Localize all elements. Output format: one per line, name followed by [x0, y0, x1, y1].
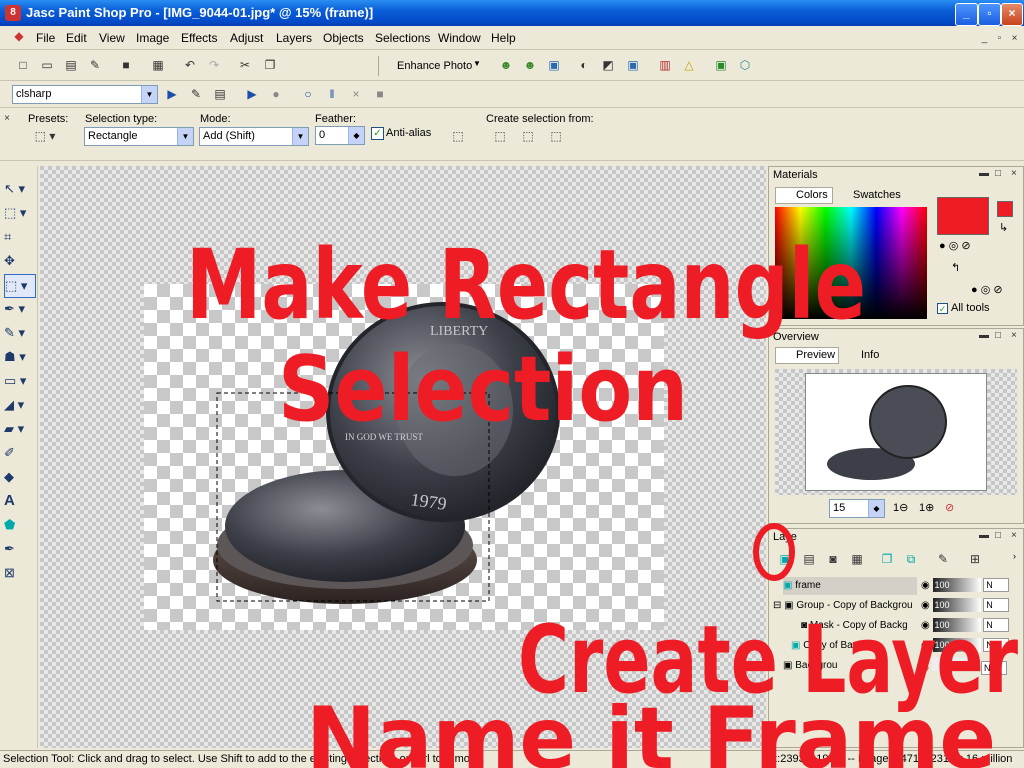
layer-controls-row[interactable]: ⊘ N [921, 657, 1021, 675]
overview-thumbnail [805, 373, 987, 491]
background-color-swatch[interactable] [997, 201, 1013, 217]
layers-palette: Laye ▬ □ × ▣ ▤ ◙ ▦ ❐ ⧉ ✎ ⊞ › ▣ frame ⊟ ▣… [768, 528, 1024, 748]
layer-controls-row[interactable]: ◉ 100 N [921, 577, 1021, 595]
layer-controls-row[interactable]: ◉ 100 N [921, 637, 1021, 655]
bg-style-icon[interactable]: ● ◎ ⊘ [971, 283, 1003, 296]
layer-row-copy[interactable]: ▣ Copy of Backgro [791, 637, 917, 655]
all-tools-label: All tools [951, 302, 990, 314]
opacity-slider[interactable]: 100 [932, 598, 981, 612]
edit-selection-icon[interactable]: ✎ [933, 549, 953, 569]
overview-zoom-input[interactable]: 15 ◆ [829, 499, 885, 518]
overview-coin-thumbnail [827, 385, 947, 480]
coin-liberty-text: LIBERTY [430, 324, 488, 339]
materials-close-icon[interactable]: × [1011, 168, 1017, 179]
opacity-slider[interactable]: 100 [932, 618, 981, 632]
overview-palette: Overview ▬ □ × Preview Info 15 ◆ 1⊖ 1⊕ ⊘ [768, 328, 1024, 524]
visibility-eye-icon[interactable]: ◉ [921, 640, 930, 651]
coin-portrait [397, 344, 513, 476]
overview-maximize-icon[interactable]: □ [995, 330, 1001, 341]
blend-mode-select[interactable]: N [980, 661, 1007, 675]
opacity-slider[interactable]: 100 [932, 578, 981, 592]
materials-maximize-icon[interactable]: □ [995, 168, 1001, 179]
thumb-standing-coin [869, 385, 947, 459]
status-message: Selection Tool: Click and drag to select… [3, 753, 485, 765]
new-mask-layer-icon[interactable]: ◙ [823, 549, 843, 569]
blend-mode-select[interactable]: N [983, 598, 1010, 612]
layers-title: Laye [773, 531, 797, 543]
layer-properties-icon[interactable]: ⊞ [965, 549, 985, 569]
layers-close-icon[interactable]: × [1011, 530, 1017, 541]
layer-row-frame[interactable]: ▣ frame [783, 577, 917, 595]
status-bar: Selection Tool: Click and drag to select… [0, 750, 1024, 768]
layer-row-background[interactable]: ▣ Backgrou [783, 657, 917, 675]
layer-name: Mask - Copy of Backg [809, 620, 908, 631]
layers-maximize-icon[interactable]: □ [995, 530, 1001, 541]
tab-info-label[interactable]: Info [861, 349, 879, 361]
duplicate-layer-icon[interactable]: ❐ [877, 549, 897, 569]
overview-close-icon[interactable]: × [1011, 330, 1017, 341]
layer-name: Backgrou [795, 660, 838, 671]
materials-minimize-icon[interactable]: ▬ [979, 168, 989, 179]
layer-name: Group - Copy of Backgrou [796, 600, 913, 611]
layers-minimize-icon[interactable]: ▬ [979, 530, 989, 541]
status-info: (x:2393 y:1950) -- Image: 3471 x 2311 x … [768, 753, 1013, 765]
blend-mode-select[interactable]: N [983, 618, 1010, 632]
visibility-eye-icon[interactable]: ◉ [921, 600, 930, 611]
overview-minimize-icon[interactable]: ▬ [979, 330, 989, 341]
materials-palette: Materials ▬ □ × Colors Swatches ↳ ● ◎ ⊘ … [768, 166, 1024, 326]
tab-colors[interactable]: Colors [775, 187, 833, 204]
new-raster-layer-icon[interactable]: ▣ [775, 549, 795, 569]
coin-trust-text: IN GOD WE TRUST [345, 432, 423, 442]
layer-controls-row[interactable]: ◉ 100 N [921, 597, 1021, 615]
tab-swatches-label[interactable]: Swatches [853, 189, 901, 201]
blend-mode-select[interactable]: N [983, 578, 1010, 592]
zoom-out-icon[interactable]: 1⊖ [893, 501, 908, 514]
layer-opacity-column: ◉ 100 N ◉ 100 N ◉ 100 N ◉ 100 N ⊘ N [921, 577, 1021, 675]
tab-preview[interactable]: Preview [775, 347, 839, 364]
merge-layer-icon[interactable]: ⧉ [901, 549, 921, 569]
all-tools-checkbox[interactable]: ✓ [937, 303, 948, 314]
zoom-actual-icon[interactable]: ⊘ [945, 501, 954, 514]
new-vector-layer-icon[interactable]: ▤ [799, 549, 819, 569]
color-picker-spectrum[interactable] [775, 207, 927, 319]
overview-zoom-value: 15 [833, 502, 846, 514]
materials-title: Materials [773, 169, 818, 181]
lock-icon[interactable]: ⊘ [921, 663, 929, 674]
tab-preview-label: Preview [796, 349, 836, 361]
visibility-eye-icon[interactable]: ◉ [921, 580, 930, 591]
fg-style-icon[interactable]: ● ◎ ⊘ [939, 239, 971, 252]
foreground-color-swatch[interactable] [937, 197, 989, 235]
layer-row-mask[interactable]: ◙ Mask - Copy of Backg [801, 617, 917, 635]
overview-title: Overview [773, 331, 819, 343]
tab-colors-label: Colors [796, 189, 828, 201]
blend-mode-select[interactable]: N [983, 638, 1010, 652]
layer-row-group[interactable]: ⊟ ▣ Group - Copy of Backgrou [773, 597, 917, 615]
layers-more-icon[interactable]: › [1013, 551, 1016, 561]
opacity-slider[interactable]: 100 [932, 638, 981, 652]
zoom-in-icon[interactable]: 1⊕ [919, 501, 934, 514]
new-adjustment-layer-icon[interactable]: ▦ [847, 549, 867, 569]
layer-controls-row[interactable]: ◉ 100 N [921, 617, 1021, 635]
opacity-slider[interactable] [932, 657, 979, 671]
visibility-eye-icon[interactable]: ◉ [921, 620, 930, 631]
swap-materials-icon[interactable]: ↰ [951, 261, 960, 274]
layer-name: frame [795, 580, 821, 591]
overview-area[interactable] [775, 369, 1017, 495]
swap-colors-icon[interactable]: ↳ [999, 221, 1008, 234]
layer-name: Copy of Backgro [803, 640, 878, 651]
zoom-spinner-icon[interactable]: ◆ [868, 500, 884, 517]
